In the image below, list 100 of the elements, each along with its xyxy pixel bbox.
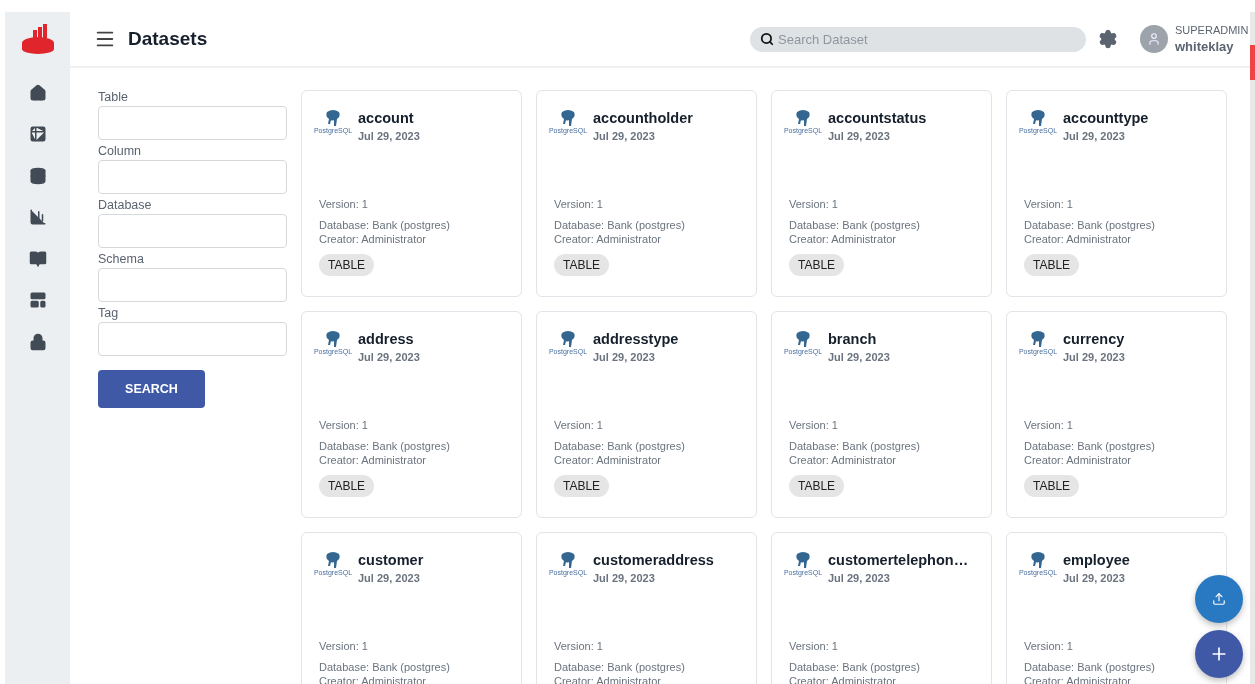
- dataset-name: account: [358, 110, 414, 126]
- dataset-name: accountstatus: [828, 110, 927, 126]
- dataset-name: customertelephon…: [828, 552, 969, 568]
- dataset-version: Version: 1: [789, 197, 839, 211]
- dataset-creator: Creator: Administrator: [789, 232, 897, 246]
- dataset-date: Jul 29, 2023: [828, 130, 891, 142]
- logo-icon: [20, 24, 55, 54]
- elephant-icon: [324, 551, 342, 569]
- elephant-icon: [794, 551, 812, 569]
- dataset-creator: Creator: Administrator: [319, 232, 427, 246]
- dataset-database: Database: Bank (postgres): [789, 660, 921, 674]
- dataset-date: Jul 29, 2023: [593, 130, 656, 142]
- elephant-icon: [324, 109, 342, 127]
- filter-input[interactable]: [98, 214, 287, 248]
- dataset-version: Version: 1: [554, 639, 604, 653]
- dataset-version: Version: 1: [789, 418, 839, 432]
- dataset-date: Jul 29, 2023: [358, 351, 420, 363]
- type-tag: TABLE: [789, 475, 845, 497]
- filter-input[interactable]: [98, 160, 287, 194]
- dataset-name: addresstype: [593, 331, 679, 347]
- dataset-name: customer: [358, 552, 424, 568]
- dataset-version: Version: 1: [1024, 639, 1074, 653]
- dataset-database: Database: Bank (postgres): [1024, 218, 1156, 232]
- dataset-name: accounttype: [1063, 110, 1149, 126]
- dataset-name: branch: [828, 331, 877, 347]
- field-label: Tag: [98, 306, 120, 320]
- upload-icon: [1212, 592, 1226, 606]
- dataset-version: Version: 1: [319, 418, 369, 432]
- type-tag: TABLE: [789, 254, 845, 276]
- dataset-name: employee: [1063, 552, 1130, 568]
- dataset-version: Version: 1: [1024, 197, 1074, 211]
- type-tag: TABLE: [554, 475, 610, 497]
- dataset-creator: Creator: Administrator: [1024, 453, 1132, 467]
- dataset-date: Jul 29, 2023: [1063, 130, 1126, 142]
- dataset-database: Database: Bank (postgres): [1024, 660, 1156, 674]
- type-tag: TABLE: [319, 254, 375, 276]
- type-tag: TABLE: [319, 475, 375, 497]
- dataset-database: Database: Bank (postgres): [319, 218, 451, 232]
- dataset-date: Jul 29, 2023: [828, 351, 890, 363]
- dataset-version: Version: 1: [1024, 418, 1074, 432]
- type-tag: TABLE: [1024, 254, 1080, 276]
- dataset-date: Jul 29, 2023: [1063, 572, 1126, 584]
- dataset-database: Database: Bank (postgres): [789, 218, 921, 232]
- scrollbar[interactable]: [1250, 12, 1255, 684]
- filter-input[interactable]: [98, 322, 287, 356]
- type-tag: TABLE: [1024, 475, 1080, 497]
- type-tag: TABLE: [554, 254, 610, 276]
- elephant-icon: [1029, 109, 1047, 127]
- dataset-version: Version: 1: [319, 639, 369, 653]
- elephant-icon: [559, 551, 577, 569]
- user-name: whiteklay: [1175, 39, 1235, 54]
- dataset-date: Jul 29, 2023: [828, 572, 891, 584]
- dataset-database: Database: Bank (postgres): [319, 660, 451, 674]
- elephant-icon: [1029, 330, 1047, 348]
- dataset-version: Version: 1: [554, 197, 604, 211]
- dataset-creator: Creator: Administrator: [554, 232, 662, 246]
- search-button[interactable]: SEARCH: [98, 370, 205, 408]
- dataset-name: customeraddress: [593, 552, 714, 568]
- elephant-icon: [1029, 551, 1047, 569]
- dataset-date: Jul 29, 2023: [593, 351, 656, 363]
- dataset-creator: Creator: Administrator: [554, 453, 662, 467]
- dataset-version: Version: 1: [319, 197, 369, 211]
- dataset-creator: Creator: Administrator: [1024, 232, 1132, 246]
- settings-icon[interactable]: [1098, 29, 1118, 49]
- user-role: SUPERADMIN: [1175, 24, 1250, 36]
- field-label: Schema: [98, 252, 145, 266]
- dataset-date: Jul 29, 2023: [358, 130, 420, 142]
- dataset-database: Database: Bank (postgres): [789, 439, 921, 453]
- add-button[interactable]: [1195, 630, 1243, 678]
- dataset-database: Database: Bank (postgres): [319, 439, 451, 453]
- dataset-creator: Creator: Administrator: [319, 453, 427, 467]
- lock-icon: [28, 332, 47, 351]
- dataset-date: Jul 29, 2023: [358, 572, 421, 584]
- filter-input[interactable]: [98, 268, 287, 302]
- filter-input[interactable]: [98, 106, 287, 140]
- elephant-icon: [559, 109, 577, 127]
- dataset-name: currency: [1063, 331, 1125, 347]
- dataset-database: Database: Bank (postgres): [1024, 439, 1156, 453]
- field-label: Column: [98, 144, 143, 158]
- home-icon: [28, 83, 47, 102]
- dataset-database: Database: Bank (postgres): [554, 439, 686, 453]
- dataset-date: Jul 29, 2023: [593, 572, 656, 584]
- dataset-version: Version: 1: [789, 639, 839, 653]
- page-title: Datasets: [128, 28, 209, 50]
- dataset-database: Database: Bank (postgres): [554, 660, 686, 674]
- avatar[interactable]: [1140, 25, 1168, 53]
- dataset-date: Jul 29, 2023: [1063, 351, 1125, 363]
- upload-button[interactable]: [1195, 575, 1243, 623]
- dataset-name: accountholder: [593, 110, 693, 126]
- dataset-version: Version: 1: [554, 418, 604, 432]
- elephant-icon: [794, 109, 812, 127]
- dataset-name: address: [358, 331, 414, 347]
- book-icon: [28, 249, 47, 268]
- search-field[interactable]: Search Dataset: [750, 26, 1086, 52]
- field-label: Table: [98, 90, 129, 104]
- dataset-database: Database: Bank (postgres): [554, 218, 686, 232]
- search-icon: [760, 31, 774, 46]
- elephant-icon: [559, 330, 577, 348]
- field-label: Database: [98, 198, 153, 212]
- layout-icon: [28, 291, 47, 310]
